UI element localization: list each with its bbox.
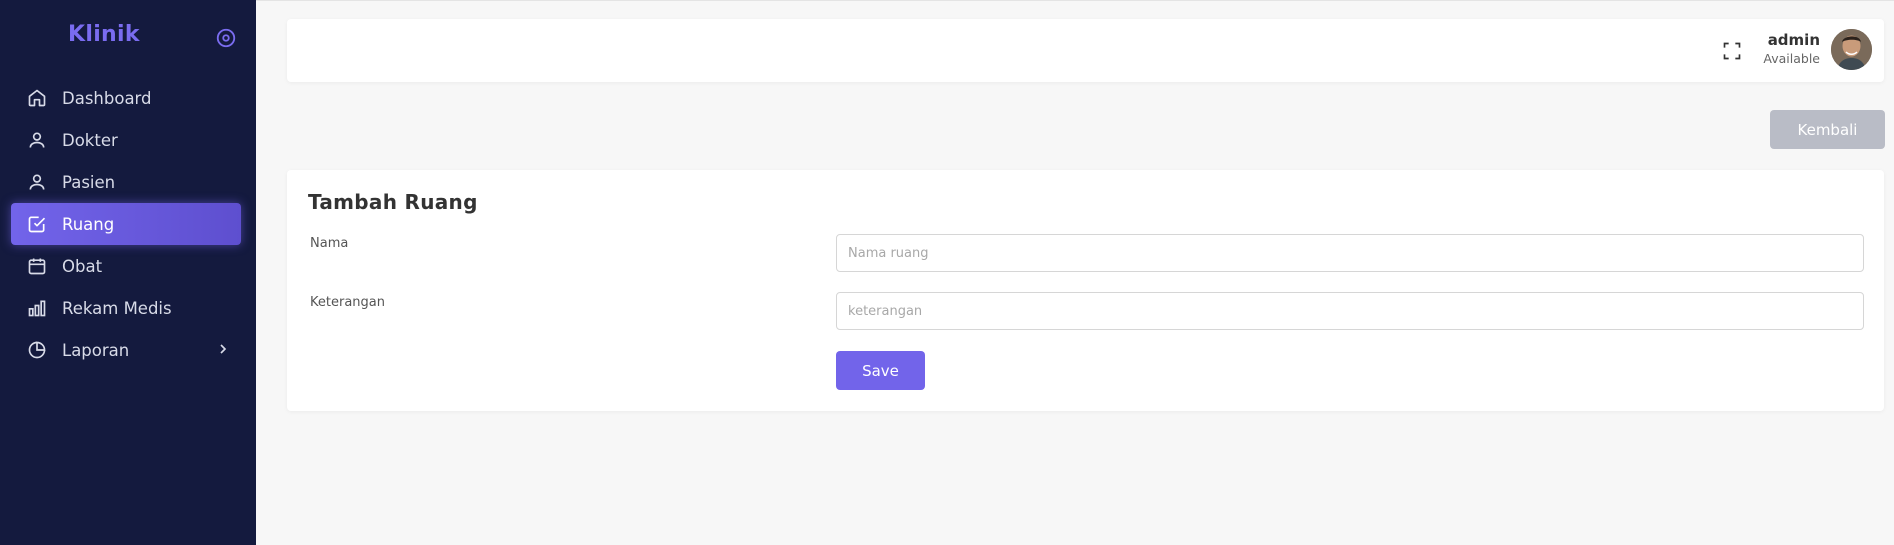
sidebar-item-label: Rekam Medis: [62, 298, 172, 318]
chevron-right-icon[interactable]: [215, 341, 231, 357]
sidebar-item-pasien[interactable]: Pasien: [11, 161, 241, 203]
sidebar-item-label: Dokter: [62, 130, 118, 150]
sidebar-nav: Dashboard Dokter Pasien Ruang Obat Rekam…: [11, 77, 241, 371]
sidebar-item-dokter[interactable]: Dokter: [11, 119, 241, 161]
brand-logo[interactable]: Klinik: [68, 22, 140, 47]
nama-label: Nama: [310, 236, 349, 251]
sidebar-item-ruang[interactable]: Ruang: [11, 203, 241, 245]
user-status: Available: [1763, 51, 1820, 66]
top-divider: [256, 0, 1894, 1]
home-icon: [26, 87, 48, 109]
sidebar-item-label: Ruang: [62, 214, 115, 234]
nama-input[interactable]: [836, 234, 1864, 272]
sidebar: Klinik Dashboard Dokter Pasien Ruang Oba…: [0, 0, 256, 545]
sidebar-item-obat[interactable]: Obat: [11, 245, 241, 287]
form-title: Tambah Ruang: [308, 190, 478, 214]
user-icon: [26, 171, 48, 193]
fullscreen-icon[interactable]: [1722, 41, 1742, 61]
user-icon: [26, 129, 48, 151]
user-name[interactable]: admin: [1768, 31, 1820, 49]
save-button[interactable]: Save: [836, 351, 925, 390]
calendar-icon: [26, 255, 48, 277]
sidebar-item-dashboard[interactable]: Dashboard: [11, 77, 241, 119]
sidebar-toggle-icon[interactable]: [215, 27, 237, 49]
keterangan-input[interactable]: [836, 292, 1864, 330]
top-header: admin Available: [287, 19, 1884, 82]
check-square-icon: [26, 213, 48, 235]
avatar[interactable]: [1831, 29, 1872, 70]
sidebar-item-label: Obat: [62, 256, 103, 276]
keterangan-label: Keterangan: [310, 295, 385, 310]
sidebar-item-label: Dashboard: [62, 88, 152, 108]
bar-chart-icon: [26, 297, 48, 319]
sidebar-item-label: Pasien: [62, 172, 116, 192]
sidebar-item-laporan[interactable]: Laporan: [11, 329, 241, 371]
sidebar-item-rekam-medis[interactable]: Rekam Medis: [11, 287, 241, 329]
kembali-button[interactable]: Kembali: [1770, 110, 1885, 149]
pie-chart-icon: [26, 339, 48, 361]
form-card: Tambah Ruang Nama Keterangan Save: [287, 170, 1884, 411]
sidebar-item-label: Laporan: [62, 340, 130, 360]
